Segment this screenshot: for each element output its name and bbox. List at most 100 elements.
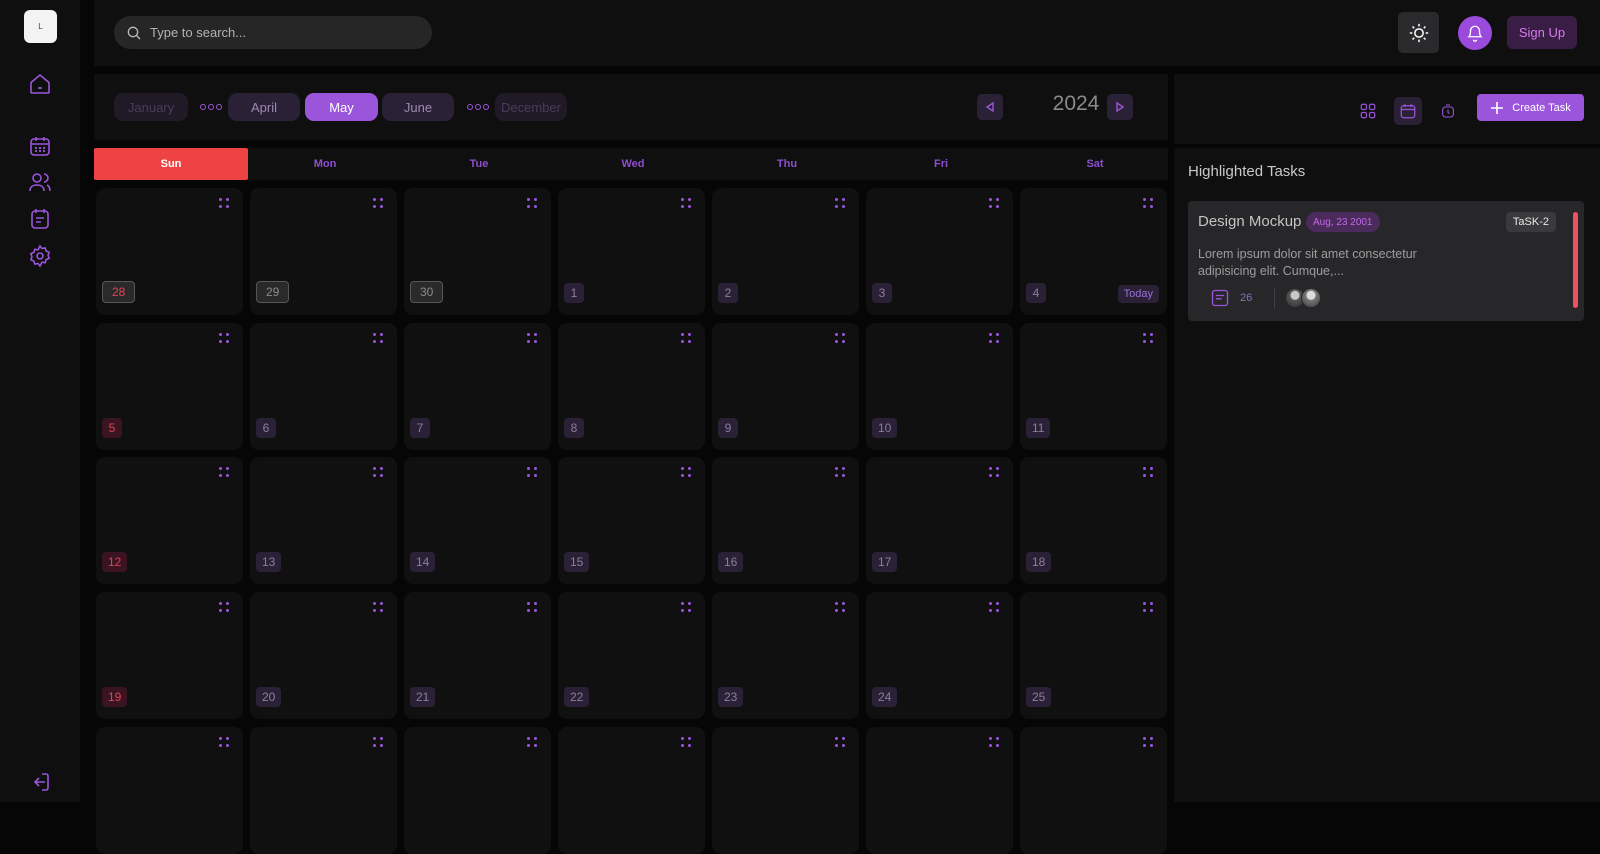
calendar-day-cell[interactable]: 20 <box>250 592 397 719</box>
users-icon[interactable] <box>26 168 54 196</box>
drag-handle-icon[interactable] <box>835 467 845 477</box>
drag-handle-icon[interactable] <box>989 333 999 343</box>
calendar-day-cell[interactable]: 22 <box>558 592 705 719</box>
prev-year-button[interactable] <box>977 94 1003 120</box>
search-box[interactable] <box>114 16 432 49</box>
calendar-day-cell[interactable]: 19 <box>96 592 243 719</box>
search-input[interactable] <box>150 25 410 40</box>
drag-handle-icon[interactable] <box>219 602 229 612</box>
calendar-day-cell[interactable] <box>250 727 397 854</box>
next-year-button[interactable] <box>1107 94 1133 120</box>
calendar-view-button[interactable] <box>1394 97 1422 125</box>
drag-handle-icon[interactable] <box>219 737 229 747</box>
more-months-icon[interactable] <box>200 104 222 110</box>
month-pill-june[interactable]: June <box>382 93 454 121</box>
drag-handle-icon[interactable] <box>835 737 845 747</box>
drag-handle-icon[interactable] <box>527 198 537 208</box>
drag-handle-icon[interactable] <box>373 333 383 343</box>
drag-handle-icon[interactable] <box>219 198 229 208</box>
month-pill-december[interactable]: December <box>495 93 567 121</box>
task-card[interactable]: Design Mockup Aug, 23 2001 TaSK-2 Lorem … <box>1188 201 1584 321</box>
drag-handle-icon[interactable] <box>1143 467 1153 477</box>
calendar-day-cell[interactable]: 25 <box>1020 592 1167 719</box>
calendar-day-cell[interactable] <box>558 727 705 854</box>
drag-handle-icon[interactable] <box>527 333 537 343</box>
drag-handle-icon[interactable] <box>373 467 383 477</box>
calendar-day-cell[interactable]: 8 <box>558 323 705 450</box>
weekday-label: Sat <box>1086 158 1104 170</box>
month-pill-january[interactable]: January <box>114 93 188 121</box>
drag-handle-icon[interactable] <box>681 467 691 477</box>
notifications-button[interactable] <box>1458 16 1492 50</box>
drag-handle-icon[interactable] <box>681 737 691 747</box>
drag-handle-icon[interactable] <box>989 737 999 747</box>
drag-handle-icon[interactable] <box>835 602 845 612</box>
calendar-day-cell[interactable]: 5 <box>96 323 243 450</box>
more-months-icon[interactable] <box>467 104 489 110</box>
create-task-button[interactable]: Create Task <box>1477 94 1584 121</box>
calendar-day-cell[interactable] <box>96 727 243 854</box>
calendar-day-cell[interactable]: 12 <box>96 457 243 584</box>
calendar-day-cell[interactable]: 6 <box>250 323 397 450</box>
drag-handle-icon[interactable] <box>1143 737 1153 747</box>
calendar-day-cell[interactable]: 15 <box>558 457 705 584</box>
calendar-day-cell[interactable]: 24 <box>866 592 1013 719</box>
drag-handle-icon[interactable] <box>1143 602 1153 612</box>
avatar[interactable] <box>1301 288 1322 308</box>
drag-handle-icon[interactable] <box>989 467 999 477</box>
calendar-day-cell[interactable]: 18 <box>1020 457 1167 584</box>
month-pill-april[interactable]: April <box>228 93 300 121</box>
app-logo[interactable]: L <box>24 10 57 43</box>
calendar-day-cell[interactable]: 11 <box>1020 323 1167 450</box>
drag-handle-icon[interactable] <box>373 737 383 747</box>
calendar-day-cell[interactable]: 30 <box>404 188 551 315</box>
calendar-day-cell[interactable] <box>1020 727 1167 854</box>
calendar-day-cell[interactable]: 16 <box>712 457 859 584</box>
calendar-day-cell[interactable]: 3 <box>866 188 1013 315</box>
calendar-day-cell[interactable]: 23 <box>712 592 859 719</box>
drag-handle-icon[interactable] <box>989 602 999 612</box>
calendar-day-cell[interactable]: 9 <box>712 323 859 450</box>
calendar-day-cell[interactable]: 21 <box>404 592 551 719</box>
calendar-day-cell[interactable]: 10 <box>866 323 1013 450</box>
calendar-day-cell[interactable] <box>404 727 551 854</box>
drag-handle-icon[interactable] <box>527 602 537 612</box>
calendar-day-cell[interactable] <box>712 727 859 854</box>
calendar-day-cell[interactable]: 1 <box>558 188 705 315</box>
grid-icon <box>1360 103 1376 119</box>
grid-view-button[interactable] <box>1354 97 1382 125</box>
calendar-day-cell[interactable] <box>866 727 1013 854</box>
drag-handle-icon[interactable] <box>681 198 691 208</box>
drag-handle-icon[interactable] <box>219 467 229 477</box>
calendar-day-cell[interactable]: 29 <box>250 188 397 315</box>
drag-handle-icon[interactable] <box>835 198 845 208</box>
drag-handle-icon[interactable] <box>527 737 537 747</box>
drag-handle-icon[interactable] <box>1143 333 1153 343</box>
home-icon[interactable] <box>26 70 54 98</box>
theme-toggle-button[interactable] <box>1398 12 1439 53</box>
drag-handle-icon[interactable] <box>219 333 229 343</box>
calendar-day-cell[interactable]: 28 <box>96 188 243 315</box>
drag-handle-icon[interactable] <box>681 602 691 612</box>
calendar-day-cell[interactable]: 17 <box>866 457 1013 584</box>
reminder-view-button[interactable] <box>1434 97 1462 125</box>
logout-icon[interactable] <box>26 768 54 796</box>
drag-handle-icon[interactable] <box>835 333 845 343</box>
sign-up-button[interactable]: Sign Up <box>1507 16 1577 49</box>
drag-handle-icon[interactable] <box>1143 198 1153 208</box>
drag-handle-icon[interactable] <box>373 198 383 208</box>
drag-handle-icon[interactable] <box>681 333 691 343</box>
calendar-day-cell[interactable]: 14 <box>404 457 551 584</box>
drag-handle-icon[interactable] <box>989 198 999 208</box>
calendar-day-cell[interactable]: 13 <box>250 457 397 584</box>
calendar-day-cell[interactable]: 7 <box>404 323 551 450</box>
calendar-day-cell[interactable]: 2 <box>712 188 859 315</box>
day-number: 22 <box>564 687 590 707</box>
drag-handle-icon[interactable] <box>373 602 383 612</box>
tasks-icon[interactable] <box>26 205 54 233</box>
month-pill-may[interactable]: May <box>305 93 378 121</box>
calendar-day-cell[interactable]: 4 Today <box>1020 188 1167 315</box>
calendar-icon[interactable] <box>26 132 54 160</box>
drag-handle-icon[interactable] <box>527 467 537 477</box>
gear-icon[interactable] <box>26 242 54 270</box>
